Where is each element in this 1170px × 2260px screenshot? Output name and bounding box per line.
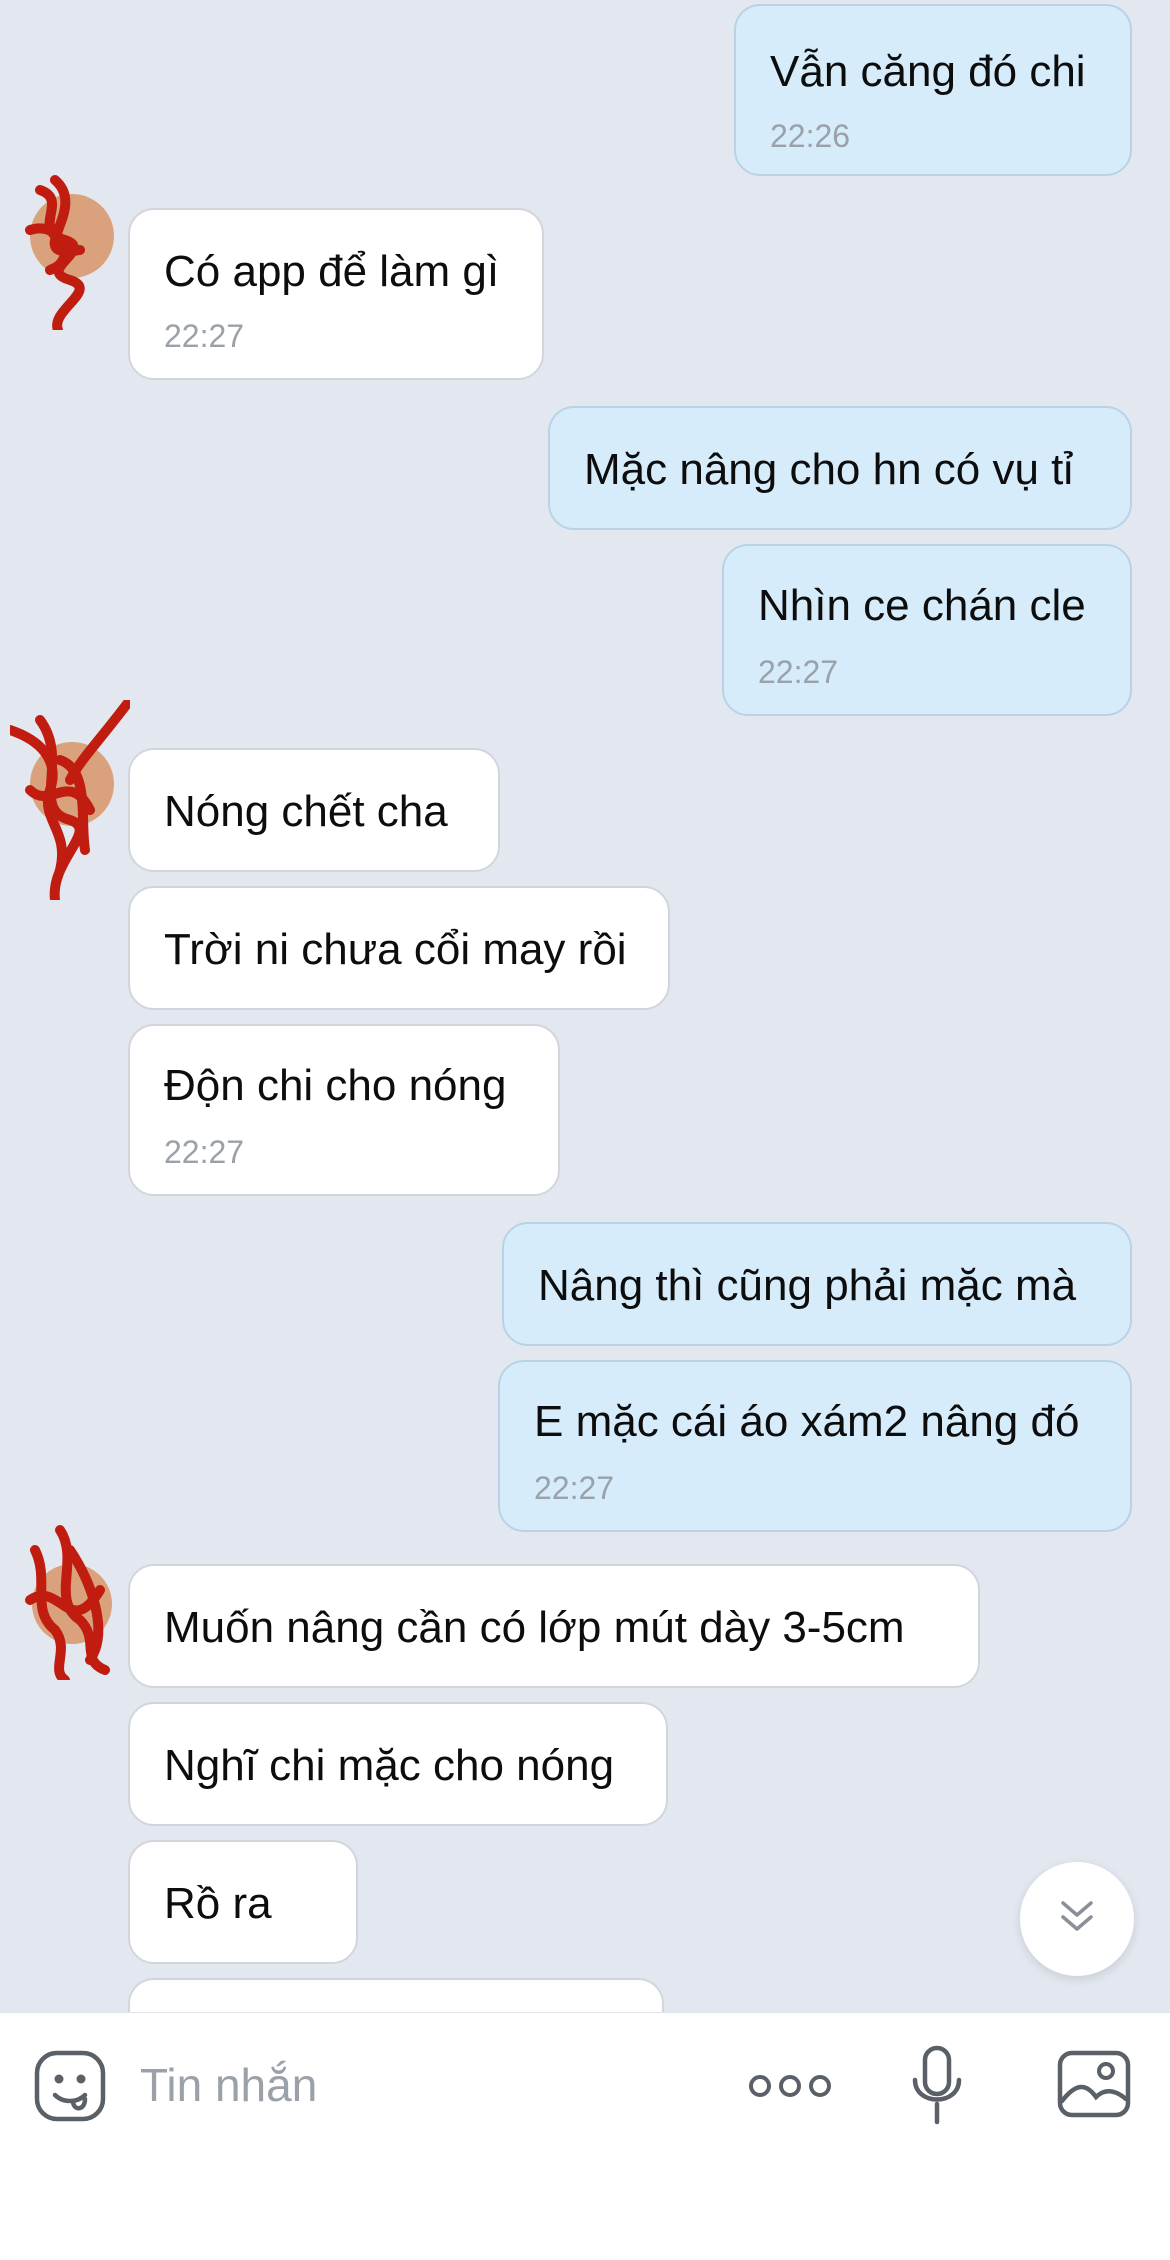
message-time: 22:27 xyxy=(164,318,245,354)
contact-avatar[interactable] xyxy=(10,1520,120,1685)
message-bubble-outgoing[interactable]: E mặc cái áo xám2 nâng đó 22:27 xyxy=(498,1360,1132,1532)
message-time: 22:27 xyxy=(534,1470,615,1506)
image-icon xyxy=(1056,2049,1132,2124)
microphone-icon xyxy=(909,2044,965,2131)
message-bubble-incoming[interactable] xyxy=(128,1978,664,2012)
message-bubble-outgoing[interactable]: Vẫn căng đó chi 22:26 xyxy=(734,4,1132,176)
contact-avatar[interactable] xyxy=(10,170,120,335)
message-text: Rồ ra xyxy=(164,1879,272,1928)
message-text: Muốn nâng cần có lớp mút dày 3-5cm xyxy=(164,1603,905,1652)
message-text: Nâng thì cũng phải mặc mà xyxy=(538,1261,1077,1310)
message-bubble-outgoing[interactable]: Mặc nâng cho hn có vụ tỉ xyxy=(548,406,1132,530)
message-time: 22:27 xyxy=(164,1134,245,1170)
chevron-double-down-icon xyxy=(1057,1897,1097,1942)
message-time: 22:27 xyxy=(758,654,839,690)
message-bubble-outgoing[interactable]: Nhìn ce chán cle 22:27 xyxy=(722,544,1132,716)
chat-area[interactable]: Vẫn căng đó chi 22:26 Có app để làm gì 2… xyxy=(0,0,1170,2012)
more-options-button[interactable] xyxy=(744,2058,836,2118)
message-bubble-incoming[interactable]: Nghĩ chi mặc cho nóng xyxy=(128,1702,668,1826)
message-text: Nóng chết cha xyxy=(164,787,448,836)
message-text: Độn chi cho nóng xyxy=(164,1061,507,1110)
message-time: 22:26 xyxy=(770,118,851,154)
message-bubble-incoming[interactable]: Nóng chết cha xyxy=(128,748,500,872)
contact-avatar[interactable] xyxy=(5,695,135,905)
message-text: E mặc cái áo xám2 nâng đó xyxy=(534,1397,1080,1446)
message-bubble-incoming[interactable]: Rồ ra xyxy=(128,1840,358,1964)
message-text: Vẫn căng đó chi xyxy=(770,47,1086,96)
message-composer xyxy=(0,2012,1170,2260)
emoji-button[interactable] xyxy=(30,2048,110,2128)
emoji-icon xyxy=(33,2049,107,2128)
message-bubble-incoming[interactable]: Trời ni chưa cổi may rồi xyxy=(128,886,670,1010)
message-bubble-incoming[interactable]: Có app để làm gì 22:27 xyxy=(128,208,544,380)
voice-message-button[interactable] xyxy=(900,2044,974,2130)
message-text: Có app để làm gì xyxy=(164,247,500,296)
message-text: Mặc nâng cho hn có vụ tỉ xyxy=(584,445,1074,494)
scroll-to-bottom-button[interactable] xyxy=(1020,1862,1134,1976)
more-icon xyxy=(748,2071,832,2106)
message-text: Nhìn ce chán cle xyxy=(758,581,1086,630)
image-button[interactable] xyxy=(1052,2046,1136,2126)
message-input[interactable] xyxy=(140,2052,700,2118)
message-bubble-incoming[interactable]: Muốn nâng cần có lớp mút dày 3-5cm xyxy=(128,1564,980,1688)
message-bubble-outgoing[interactable]: Nâng thì cũng phải mặc mà xyxy=(502,1222,1132,1346)
message-text: Nghĩ chi mặc cho nóng xyxy=(164,1741,615,1790)
message-bubble-incoming[interactable]: Độn chi cho nóng 22:27 xyxy=(128,1024,560,1196)
message-text: Trời ni chưa cổi may rồi xyxy=(164,925,627,974)
